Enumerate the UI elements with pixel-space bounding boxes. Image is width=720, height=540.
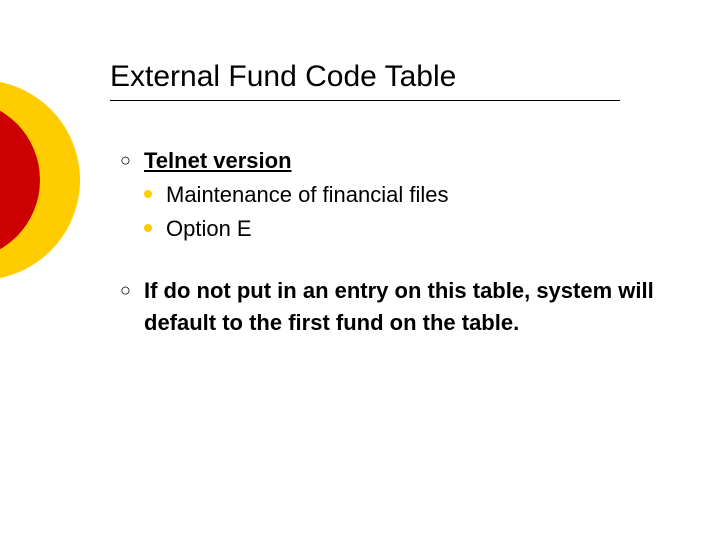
- bullet-text: Telnet version: [144, 145, 660, 177]
- slide-title: External Fund Code Table: [110, 60, 456, 94]
- bullet-text: If do not put in an entry on this table,…: [144, 275, 660, 339]
- bullet-level2: Option E: [144, 213, 660, 245]
- bullet-level2: Maintenance of financial files: [144, 179, 660, 211]
- bullet-text: Maintenance of financial files: [166, 179, 660, 211]
- title-underline-rule: [110, 100, 620, 101]
- hollow-bullet-icon: ○: [120, 145, 144, 175]
- bullet-text: Option E: [166, 213, 660, 245]
- hollow-bullet-icon: ○: [120, 275, 144, 305]
- bullet-level1: ○ Telnet version: [120, 145, 660, 177]
- body-content: ○ Telnet version Maintenance of financia…: [120, 145, 660, 340]
- bullet-level1: ○ If do not put in an entry on this tabl…: [120, 275, 660, 339]
- dot-bullet-icon: [144, 213, 166, 243]
- dot-bullet-icon: [144, 179, 166, 209]
